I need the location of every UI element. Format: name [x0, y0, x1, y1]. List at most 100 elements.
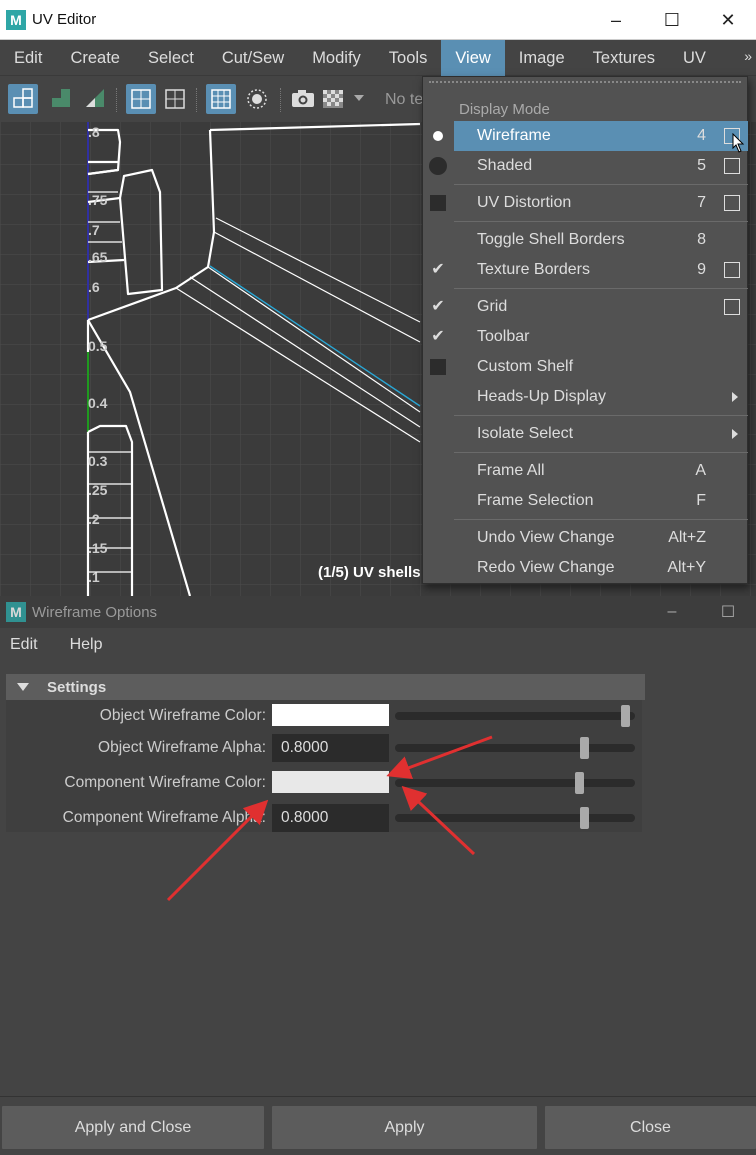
object-wireframe-color-swatch[interactable] [272, 704, 389, 726]
uv-editor-titlebar[interactable]: M UV Editor – ☐ ✕ [0, 0, 756, 40]
checker-map-icon[interactable] [318, 84, 348, 114]
uv-shell-filled-icon[interactable] [46, 84, 76, 114]
uv-tick-label: .65 [88, 249, 108, 265]
checkbox-unchecked-icon [429, 358, 447, 376]
menu-cut-sew[interactable]: Cut/Sew [208, 40, 298, 76]
camera-snapshot-icon[interactable] [288, 84, 318, 114]
dropdown-arrow-icon[interactable] [354, 95, 364, 101]
component-wireframe-alpha-field[interactable]: 0.8000 [272, 804, 389, 832]
menu-item-frame-all[interactable]: Frame All A [454, 456, 748, 486]
object-wireframe-alpha-slider[interactable] [395, 737, 635, 759]
menu-overflow-chevron-icon[interactable]: » [744, 48, 752, 64]
component-wireframe-color-row: Component Wireframe Color: [6, 767, 642, 799]
option-box-icon[interactable] [724, 262, 740, 278]
menu-item-undo-view-change[interactable]: Undo View Change Alt+Z [454, 523, 748, 553]
menu-view[interactable]: View [441, 39, 505, 76]
menu-item-grid[interactable]: Grid [454, 292, 748, 322]
wireframe-options-titlebar[interactable]: M Wireframe Options – ☐ [0, 596, 756, 628]
uv-tick-label: 0.5 [88, 338, 108, 354]
menu-item-heads-up-display[interactable]: Heads-Up Display [454, 382, 748, 412]
slider-handle[interactable] [580, 737, 589, 759]
checkbox-unchecked-icon [429, 194, 447, 212]
menu-edit[interactable]: Edit [0, 40, 56, 76]
maximize-icon[interactable]: ☐ [700, 596, 756, 628]
uv-editor-window: M UV Editor – ☐ ✕ Edit Create Select Cut… [0, 0, 756, 596]
uv-tick-label: .7 [88, 222, 100, 238]
snap-circle-icon[interactable] [242, 84, 272, 114]
uv-tick-label: 0.4 [88, 395, 108, 411]
menu-item-frame-selection[interactable]: Frame Selection F [454, 486, 748, 516]
maya-logo-icon: M [6, 9, 26, 30]
maya-logo-icon: M [6, 602, 26, 622]
uv-menubar: Edit Create Select Cut/Sew Modify Tools … [0, 39, 756, 103]
menu-item-uv-distortion[interactable]: UV Distortion 7 [454, 188, 748, 218]
wireframe-options-menubar: Edit Help [0, 628, 756, 662]
object-wireframe-alpha-row: Object Wireframe Alpha: 0.8000 [6, 732, 642, 764]
minimize-icon[interactable]: – [644, 596, 700, 628]
uv-tick-label: .75 [88, 192, 108, 208]
view-dropdown-menu: Display Mode Wireframe 4 Shaded 5 UV Dis… [422, 76, 748, 584]
menu-edit[interactable]: Edit [0, 627, 48, 663]
menu-item-texture-borders[interactable]: Texture Borders 9 [454, 255, 748, 285]
option-box-icon[interactable] [724, 299, 740, 315]
slider-handle[interactable] [575, 772, 584, 794]
menu-item-custom-shelf[interactable]: Custom Shelf [454, 352, 748, 382]
submenu-arrow-icon [732, 429, 738, 439]
maximize-icon[interactable]: ☐ [644, 0, 700, 40]
option-box-icon[interactable] [724, 158, 740, 174]
option-box-icon[interactable] [724, 195, 740, 211]
radio-unselected-icon [429, 157, 447, 175]
grid-toggle-icon[interactable] [206, 84, 236, 114]
menu-uv-sets[interactable]: UV Sets [669, 40, 756, 103]
checkmark-icon: ✔ [431, 328, 445, 345]
menu-image[interactable]: Image [505, 40, 579, 76]
uv-layout-icon[interactable] [160, 84, 190, 114]
apply-and-close-button[interactable]: Apply and Close [2, 1106, 264, 1149]
component-wireframe-color-slider[interactable] [395, 772, 635, 794]
component-wireframe-alpha-slider[interactable] [395, 807, 635, 829]
uv-tick-label: .15 [88, 540, 108, 556]
radio-selected-icon [429, 127, 447, 145]
menu-select[interactable]: Select [134, 40, 208, 76]
close-button[interactable]: Close [545, 1106, 756, 1149]
checkmark-icon: ✔ [431, 298, 445, 315]
minimize-icon[interactable]: – [588, 0, 644, 40]
menu-create[interactable]: Create [56, 40, 134, 76]
menu-help[interactable]: Help [60, 627, 113, 663]
menu-tools[interactable]: Tools [375, 40, 442, 76]
hud-uv-shells: (1/5) UV shells [318, 564, 421, 581]
menu-item-toggle-shell-borders[interactable]: Toggle Shell Borders 8 [454, 225, 748, 255]
uv-grid-view-icon[interactable] [126, 84, 156, 114]
menu-item-redo-view-change[interactable]: Redo View Change Alt+Y [454, 553, 748, 583]
close-icon[interactable]: ✕ [700, 0, 756, 40]
settings-section-header[interactable]: Settings [6, 674, 645, 700]
object-wireframe-color-slider[interactable] [395, 705, 635, 727]
menu-item-shaded[interactable]: Shaded 5 [454, 151, 748, 181]
menu-modify[interactable]: Modify [298, 40, 375, 76]
tearoff-grip[interactable] [429, 81, 741, 87]
display-mode-heading: Display Mode [459, 101, 550, 118]
slider-handle[interactable] [621, 705, 630, 727]
checkmark-icon: ✔ [431, 261, 445, 278]
uv-tick-label: .2 [88, 511, 100, 527]
uv-tick-label: .8 [88, 124, 100, 140]
collapse-triangle-icon[interactable] [17, 683, 29, 691]
uv-shell-half-icon[interactable] [80, 84, 110, 114]
object-wireframe-color-row: Object Wireframe Color: [6, 700, 642, 732]
apply-button[interactable]: Apply [272, 1106, 537, 1149]
uv-tick-label: .6 [88, 279, 100, 295]
settings-section-body: Object Wireframe Color: Object Wireframe… [6, 700, 642, 832]
menu-item-toolbar[interactable]: Toolbar [454, 322, 748, 352]
component-wireframe-color-swatch[interactable] [272, 771, 389, 793]
submenu-arrow-icon [732, 392, 738, 402]
component-wireframe-alpha-row: Component Wireframe Alpha: 0.8000 [6, 802, 642, 834]
toolbar-texture-label: No te [385, 91, 424, 108]
slider-handle[interactable] [580, 807, 589, 829]
window-title: UV Editor [32, 11, 97, 28]
uv-select-shell-icon[interactable] [8, 84, 38, 114]
menu-item-isolate-select[interactable]: Isolate Select [454, 419, 748, 449]
menu-item-wireframe[interactable]: Wireframe 4 [454, 121, 748, 153]
menu-textures[interactable]: Textures [579, 40, 669, 76]
object-wireframe-alpha-field[interactable]: 0.8000 [272, 734, 389, 762]
dialog-footer: Apply and Close Apply Close [0, 1106, 756, 1151]
